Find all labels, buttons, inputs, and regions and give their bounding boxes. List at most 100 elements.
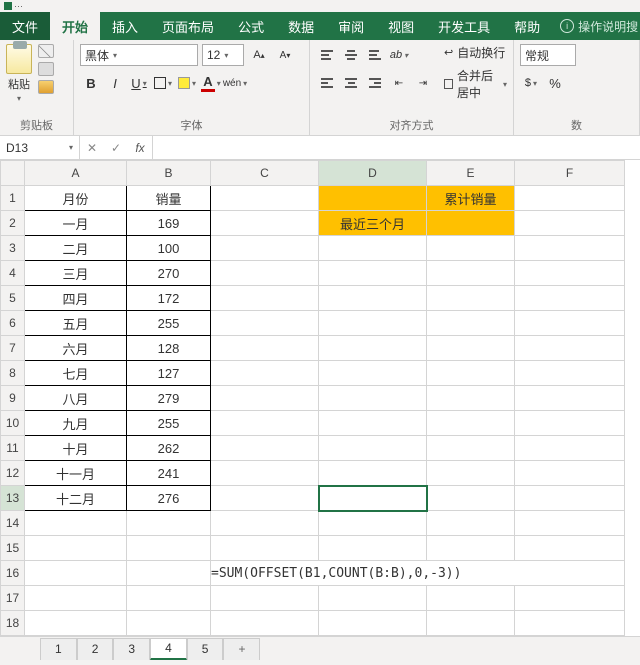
cell-A5[interactable]: 四月 bbox=[25, 286, 127, 311]
cell-D14[interactable] bbox=[319, 511, 427, 536]
cell-F2[interactable] bbox=[515, 211, 625, 236]
cell-B16[interactable] bbox=[127, 561, 211, 586]
accounting-format-icon[interactable]: $ bbox=[520, 72, 542, 94]
row-header-8[interactable]: 8 bbox=[1, 361, 25, 386]
cell-B1[interactable]: 销量 bbox=[127, 186, 211, 211]
cell-A3[interactable]: 二月 bbox=[25, 236, 127, 261]
cell-D15[interactable] bbox=[319, 536, 427, 561]
bold-button[interactable]: B bbox=[80, 72, 102, 94]
tab-formulas[interactable]: 公式 bbox=[226, 12, 276, 40]
cell-B18[interactable] bbox=[127, 611, 211, 636]
worksheet-area[interactable]: A B C D E F 1 月份 销量 累计销量 2 一月 169 最近三个月 … bbox=[0, 160, 640, 636]
cell-E1[interactable]: 累计销量 bbox=[427, 186, 515, 211]
cell-D10[interactable] bbox=[319, 411, 427, 436]
row-header-17[interactable]: 17 bbox=[1, 586, 25, 611]
cell-D13[interactable] bbox=[319, 486, 427, 511]
row-header-10[interactable]: 10 bbox=[1, 411, 25, 436]
cell-C18[interactable] bbox=[211, 611, 319, 636]
cell-F13[interactable] bbox=[515, 486, 625, 511]
cell-A2[interactable]: 一月 bbox=[25, 211, 127, 236]
row-header-12[interactable]: 12 bbox=[1, 461, 25, 486]
cell-A15[interactable] bbox=[25, 536, 127, 561]
cell-E15[interactable] bbox=[427, 536, 515, 561]
cell-E10[interactable] bbox=[427, 411, 515, 436]
copy-icon[interactable] bbox=[38, 62, 54, 76]
col-header-F[interactable]: F bbox=[515, 161, 625, 186]
row-header-16[interactable]: 16 bbox=[1, 561, 25, 586]
cell-C1[interactable] bbox=[211, 186, 319, 211]
cell-A9[interactable]: 八月 bbox=[25, 386, 127, 411]
cell-B17[interactable] bbox=[127, 586, 211, 611]
sheet-tab-2[interactable]: 2 bbox=[77, 638, 114, 660]
row-header-13[interactable]: 13 bbox=[1, 486, 25, 511]
row-header-6[interactable]: 6 bbox=[1, 311, 25, 336]
sheet-tab-3[interactable]: 3 bbox=[113, 638, 150, 660]
cell-C5[interactable] bbox=[211, 286, 319, 311]
cell-E7[interactable] bbox=[427, 336, 515, 361]
tab-page-layout[interactable]: 页面布局 bbox=[150, 12, 226, 40]
decrease-indent-icon[interactable]: ⇤ bbox=[388, 72, 410, 94]
cell-C4[interactable] bbox=[211, 261, 319, 286]
formula-input[interactable] bbox=[153, 136, 640, 159]
tab-review[interactable]: 审阅 bbox=[326, 12, 376, 40]
cell-E6[interactable] bbox=[427, 311, 515, 336]
cell-A16[interactable] bbox=[25, 561, 127, 586]
tab-developer[interactable]: 开发工具 bbox=[426, 12, 502, 40]
row-header-1[interactable]: 1 bbox=[1, 186, 25, 211]
cell-D2[interactable]: 最近三个月 bbox=[319, 211, 427, 236]
merge-center-button[interactable]: 合并后居中▾ bbox=[444, 67, 507, 101]
cell-C16[interactable]: =SUM(OFFSET(B1,COUNT(B:B),0,-3)) bbox=[211, 561, 625, 586]
tell-me[interactable]: i 操作说明搜 bbox=[560, 12, 638, 40]
cell-F5[interactable] bbox=[515, 286, 625, 311]
row-header-2[interactable]: 2 bbox=[1, 211, 25, 236]
tab-home[interactable]: 开始 bbox=[50, 12, 100, 40]
cancel-formula-icon[interactable]: ✕ bbox=[80, 141, 104, 155]
row-header-7[interactable]: 7 bbox=[1, 336, 25, 361]
wrap-text-button[interactable]: ↩自动换行 bbox=[444, 44, 507, 61]
cell-F8[interactable] bbox=[515, 361, 625, 386]
row-header-3[interactable]: 3 bbox=[1, 236, 25, 261]
cell-B5[interactable]: 172 bbox=[127, 286, 211, 311]
cell-F12[interactable] bbox=[515, 461, 625, 486]
font-size-combo[interactable]: 12▾ bbox=[202, 44, 244, 66]
cell-B4[interactable]: 270 bbox=[127, 261, 211, 286]
col-header-A[interactable]: A bbox=[25, 161, 127, 186]
number-format-combo[interactable]: 常规 bbox=[520, 44, 576, 66]
cell-B9[interactable]: 279 bbox=[127, 386, 211, 411]
cell-D17[interactable] bbox=[319, 586, 427, 611]
cell-E2[interactable] bbox=[427, 211, 515, 236]
cell-E4[interactable] bbox=[427, 261, 515, 286]
cell-F17[interactable] bbox=[515, 586, 625, 611]
row-header-18[interactable]: 18 bbox=[1, 611, 25, 636]
align-bottom-icon[interactable] bbox=[364, 44, 386, 66]
orientation-icon[interactable]: ab bbox=[388, 44, 410, 66]
cell-A11[interactable]: 十月 bbox=[25, 436, 127, 461]
name-box[interactable]: D13▾ bbox=[0, 136, 80, 159]
cell-A8[interactable]: 七月 bbox=[25, 361, 127, 386]
format-painter-icon[interactable] bbox=[38, 80, 54, 94]
cell-E13[interactable] bbox=[427, 486, 515, 511]
cell-D8[interactable] bbox=[319, 361, 427, 386]
cell-B14[interactable] bbox=[127, 511, 211, 536]
cell-F6[interactable] bbox=[515, 311, 625, 336]
cell-F7[interactable] bbox=[515, 336, 625, 361]
cell-C2[interactable] bbox=[211, 211, 319, 236]
col-header-E[interactable]: E bbox=[427, 161, 515, 186]
cell-D5[interactable] bbox=[319, 286, 427, 311]
insert-function-icon[interactable]: fx bbox=[128, 141, 152, 155]
phonetic-button[interactable]: wén bbox=[224, 72, 246, 94]
sheet-tab-4[interactable]: 4 bbox=[150, 638, 187, 660]
fill-color-button[interactable] bbox=[176, 72, 198, 94]
cell-F3[interactable] bbox=[515, 236, 625, 261]
cell-F18[interactable] bbox=[515, 611, 625, 636]
cell-A7[interactable]: 六月 bbox=[25, 336, 127, 361]
cell-D9[interactable] bbox=[319, 386, 427, 411]
row-header-4[interactable]: 4 bbox=[1, 261, 25, 286]
cell-F10[interactable] bbox=[515, 411, 625, 436]
cell-E9[interactable] bbox=[427, 386, 515, 411]
cell-A17[interactable] bbox=[25, 586, 127, 611]
cell-F4[interactable] bbox=[515, 261, 625, 286]
col-header-D[interactable]: D bbox=[319, 161, 427, 186]
cell-C10[interactable] bbox=[211, 411, 319, 436]
align-middle-icon[interactable] bbox=[340, 44, 362, 66]
